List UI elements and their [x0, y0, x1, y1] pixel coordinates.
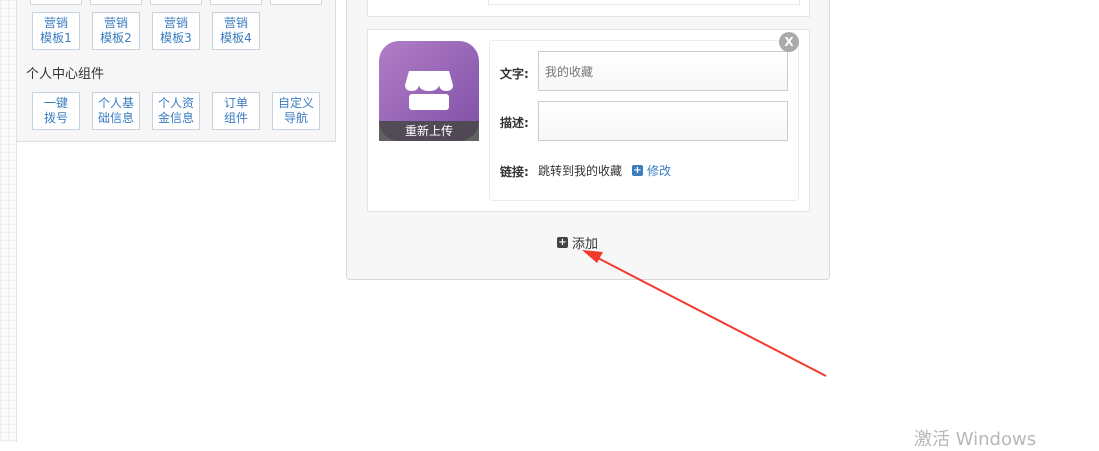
annotation-arrow [582, 250, 827, 377]
activate-windows-watermark: 激活 Windows [914, 429, 1037, 450]
